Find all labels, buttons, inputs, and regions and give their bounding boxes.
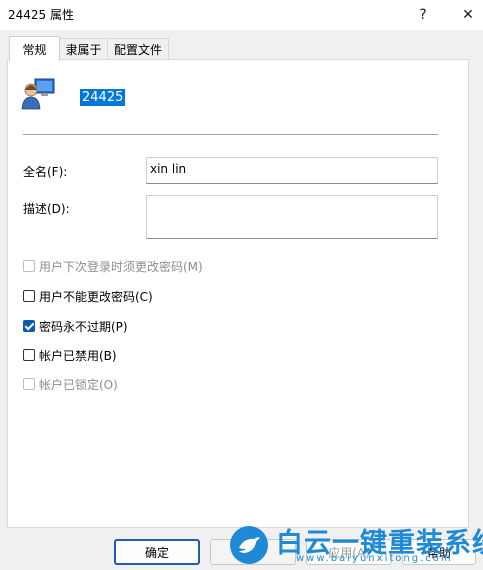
checkbox-box[interactable] (23, 320, 35, 332)
help-button[interactable]: 帮助 (402, 539, 476, 565)
fullname-label: 全名(F): (23, 165, 68, 179)
ok-button[interactable]: 确定 (114, 539, 200, 565)
tab-label: 配置文件 (113, 43, 162, 57)
title-bar: 24425 属性 ? ✕ (0, 0, 483, 30)
button-label: 应用(A) (328, 545, 370, 560)
help-title-button[interactable]: ? (403, 0, 443, 30)
checkbox-account-disabled[interactable]: 帐户已禁用(B) (23, 347, 117, 363)
separator (23, 134, 438, 135)
description-label: 描述(D): (23, 202, 70, 216)
checkbox-box[interactable] (23, 349, 35, 361)
close-button[interactable]: ✕ (448, 0, 483, 30)
username-label: 24425 (80, 89, 126, 106)
help-icon: ? (419, 7, 427, 23)
checkbox-label: 用户不能更改密码(C) (39, 289, 153, 304)
checkbox-box (23, 378, 35, 390)
fullname-field[interactable]: xin lin (146, 157, 438, 184)
checkbox-cannot-change-password[interactable]: 用户不能更改密码(C) (23, 288, 153, 304)
checkbox-box[interactable] (23, 290, 35, 302)
user-icon (21, 78, 55, 110)
window-title: 24425 属性 (8, 8, 74, 22)
checkbox-account-locked: 帐户已锁定(O) (23, 376, 118, 392)
tab-general[interactable]: 常规 (9, 36, 60, 61)
apply-button[interactable]: 应用(A) (306, 539, 392, 565)
checkbox-label: 用户下次登录时须更改密码(M) (39, 259, 203, 274)
tab-label: 常规 (22, 42, 47, 57)
close-icon: ✕ (462, 7, 474, 23)
tab-member-of[interactable]: 隶属于 (59, 38, 108, 60)
checkbox-password-never-expires[interactable]: 密码永不过期(P) (23, 318, 128, 334)
checkbox-box (23, 260, 35, 272)
tab-profile[interactable]: 配置文件 (107, 38, 169, 60)
description-field[interactable] (146, 195, 438, 239)
button-label: 帮助 (426, 545, 451, 560)
checkbox-label: 密码永不过期(P) (39, 319, 128, 334)
checkbox-label: 帐户已锁定(O) (39, 377, 118, 392)
button-label: 确定 (144, 545, 169, 560)
checkbox-label: 帐户已禁用(B) (39, 348, 117, 363)
cancel-button[interactable] (210, 539, 296, 565)
checkbox-must-change-password: 用户下次登录时须更改密码(M) (23, 258, 203, 274)
tab-label: 隶属于 (65, 43, 102, 57)
